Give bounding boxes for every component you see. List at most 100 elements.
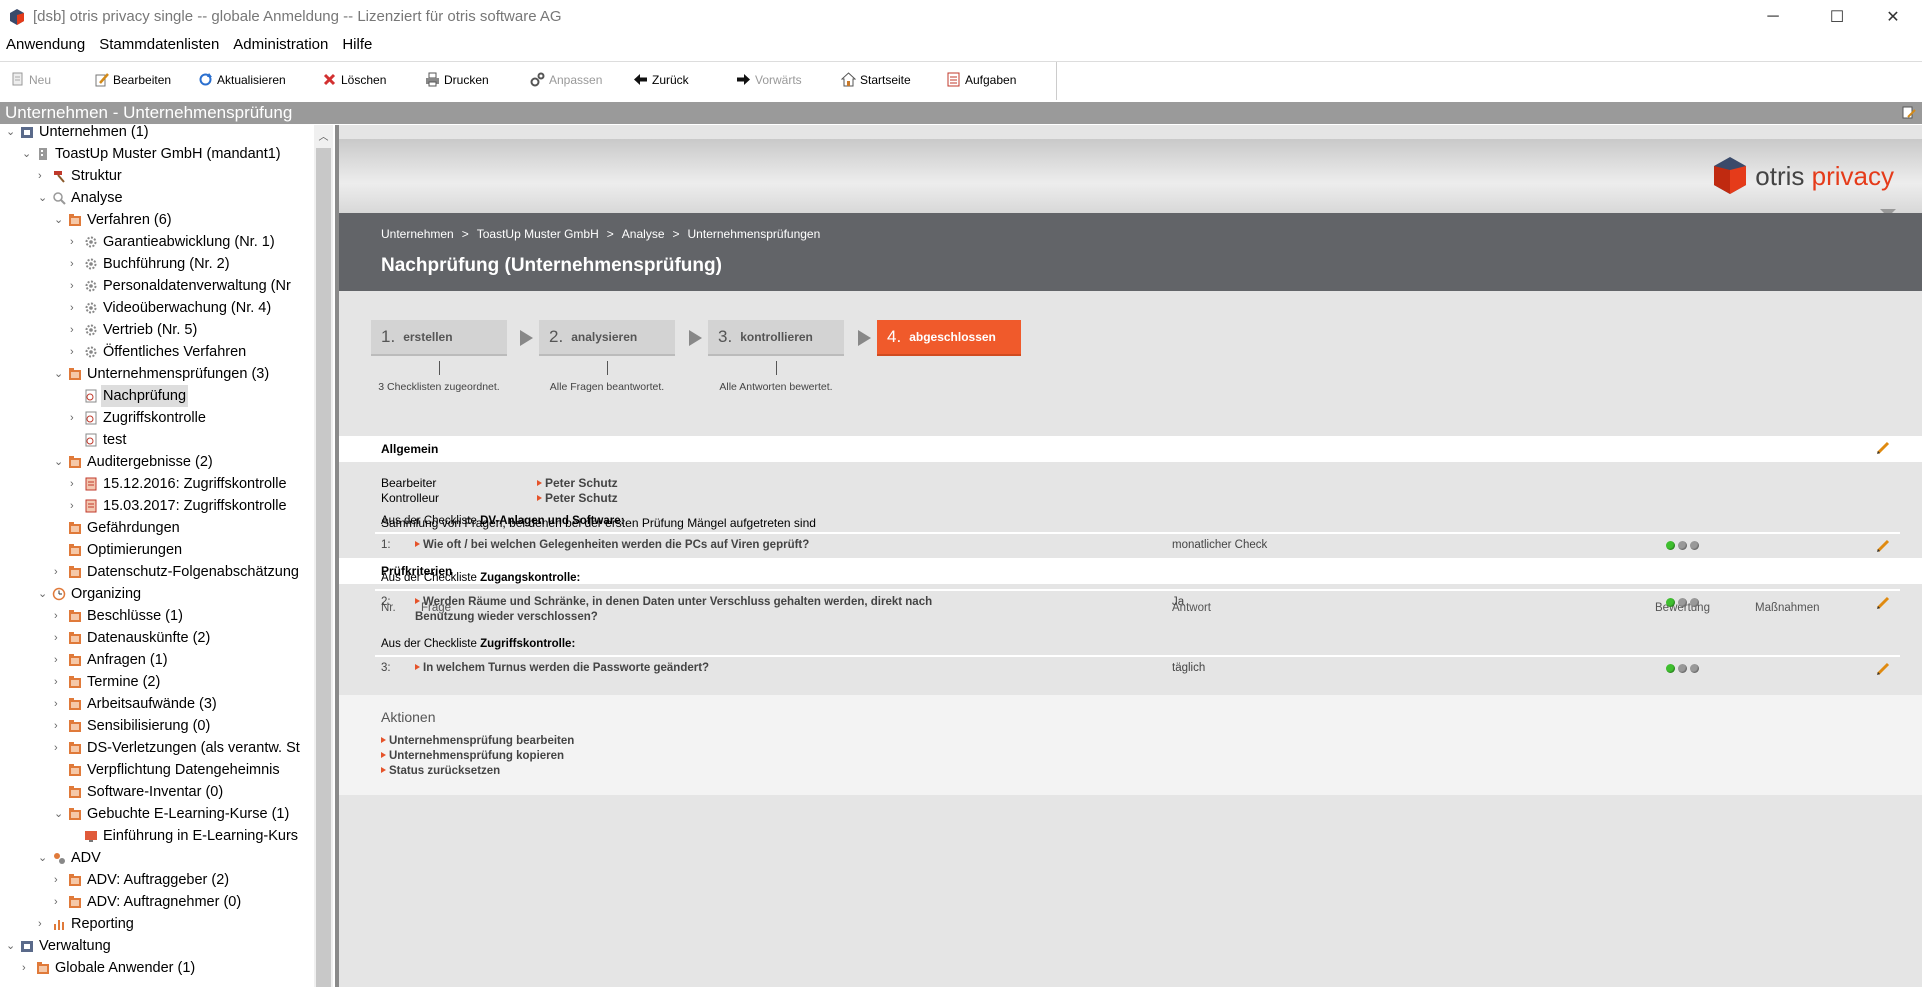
folder-icon [69,896,81,908]
panel-header: Unternehmen - Unternehmensprüfung [0,102,1922,124]
collapse-chevron-icon[interactable]: › [54,627,64,649]
collapse-chevron-icon[interactable]: › [70,341,80,363]
expand-chevron-icon[interactable]: ⌄ [38,583,48,605]
actions-title: Aktionen [381,709,436,725]
tasks-icon [947,72,960,87]
collapse-chevron-icon[interactable]: › [70,253,80,275]
breadcrumb: Unternehmen > ToastUp Muster GmbH > Anal… [381,227,820,241]
new-doc-icon [12,72,23,86]
expand-chevron-icon[interactable]: ⌄ [54,209,64,231]
kontrolleur-value[interactable]: Peter Schutz [537,491,618,505]
arrow-left-icon [634,74,647,85]
collapse-chevron-icon[interactable]: › [54,561,64,583]
action-reset-status[interactable]: Status zurücksetzen [381,765,500,777]
question-row[interactable]: 2: Werden Räume und Schränke, in denen Da… [375,589,1900,627]
collapse-chevron-icon[interactable]: › [70,495,80,517]
customize-button[interactable]: Anpassen [530,72,602,87]
menu-administration[interactable]: Administration [233,36,328,60]
collapse-chevron-icon[interactable]: › [70,319,80,341]
collapse-chevron-icon[interactable]: › [54,737,64,759]
collapse-chevron-icon[interactable]: › [54,869,64,891]
collapse-chevron-icon[interactable]: › [70,231,80,253]
minimize-button[interactable]: ─ [1750,0,1796,34]
tree-item-label: Vertrieb (Nr. 5) [103,322,198,338]
expand-chevron-icon[interactable]: ⌄ [38,187,48,209]
menu-hilfe[interactable]: Hilfe [342,36,372,60]
rating-indicator[interactable] [1666,541,1699,550]
close-button[interactable]: ✕ [1870,0,1916,34]
collapse-chevron-icon[interactable]: › [70,297,80,319]
collapse-chevron-icon[interactable]: › [54,649,64,671]
edit-pencil-icon[interactable] [1876,596,1890,610]
collapse-chevron-icon[interactable]: › [54,671,64,693]
breadcrumb-unternehmenspruefungen[interactable]: Unternehmensprüfungen [688,227,821,241]
scroll-up-arrow-icon[interactable]: ︿ [316,128,331,144]
expand-chevron-icon[interactable]: ⌄ [54,451,64,473]
step-kontrollieren[interactable]: 3. kontrollieren [708,320,844,356]
collapse-chevron-icon[interactable]: › [54,693,64,715]
new-button[interactable]: Neu [10,72,51,87]
menu-stammdatenlisten[interactable]: Stammdatenlisten [99,36,219,60]
expand-chevron-icon[interactable]: ⌄ [22,143,32,165]
edit-pencil-icon[interactable] [1876,662,1890,676]
expand-chevron-icon[interactable]: ⌄ [6,935,16,957]
question-row[interactable]: 1: Wie oft / bei welchen Gelegenheiten we… [375,532,1900,556]
breadcrumb-unternehmen[interactable]: Unternehmen [381,227,454,241]
rating-dot [1678,664,1687,673]
tree-item-label: Datenschutz-Folgenabschätzung [87,564,299,580]
forward-button[interactable]: Vorwärts [736,72,802,87]
rating-indicator[interactable] [1666,664,1699,673]
answer-text: monatlicher Check [1172,539,1268,551]
collapse-chevron-icon[interactable]: › [38,165,48,187]
bearbeiter-value[interactable]: Peter Schutz [537,476,618,490]
collapse-chevron-icon[interactable]: › [70,407,80,429]
tree-item-label: Videoüberwachung (Nr. 4) [103,300,272,316]
step-note-text: 3 Checklisten zugeordnet. [378,381,500,393]
breadcrumb-analyse[interactable]: Analyse [622,227,665,241]
tree-scroll-thumb[interactable] [316,148,331,987]
tree-item-label: 15.12.2016: Zugriffskontrolle [103,476,287,492]
question-text[interactable]: Werden Räume und Schränke, in denen Date… [415,595,955,625]
breadcrumb-toastup[interactable]: ToastUp Muster GmbH [477,227,599,241]
edit-button[interactable]: Bearbeiten [94,72,171,87]
tree-item-label: Buchführung (Nr. 2) [103,256,230,272]
collapse-chevron-icon[interactable]: › [70,473,80,495]
question-text[interactable]: In welchem Turnus werden die Passworte g… [415,661,955,676]
edit-pencil-icon[interactable] [1876,539,1890,553]
collapse-chevron-icon[interactable]: › [22,957,32,979]
expand-chevron-icon[interactable]: ⌄ [6,125,16,143]
home-button[interactable]: Startseite [841,72,911,87]
bearbeiter-name: Peter Schutz [545,476,618,490]
collapse-chevron-icon[interactable]: › [70,275,80,297]
maximize-button[interactable]: ☐ [1814,0,1860,34]
expand-chevron-icon[interactable]: ⌄ [54,363,64,385]
delete-button[interactable]: Löschen [322,72,386,87]
print-button[interactable]: Drucken [425,72,489,87]
expand-chevron-icon[interactable]: ⌄ [38,847,48,869]
tree-item-label: Software-Inventar (0) [87,784,224,800]
step-abgeschlossen[interactable]: 4. abgeschlossen [877,320,1021,356]
collapse-chevron-icon[interactable]: › [54,605,64,627]
edit-pencil-icon[interactable] [1876,441,1890,455]
tree-item-label: Zugriffskontrolle [103,410,206,426]
panel-options-icon[interactable] [1902,106,1916,120]
breadcrumb-separator: > [672,227,680,241]
step-arrow-icon [520,330,533,346]
action-edit-audit[interactable]: Unternehmensprüfung bearbeiten [381,735,574,747]
collapse-chevron-icon[interactable]: › [54,715,64,737]
action-copy-audit[interactable]: Unternehmensprüfung kopieren [381,750,564,762]
step-analysieren[interactable]: 2. analysieren [539,320,675,356]
step-erstellen[interactable]: 1. erstellen [371,320,507,356]
menu-anwendung[interactable]: Anwendung [6,36,85,60]
question-nr: 3: [381,662,391,674]
expand-chevron-icon[interactable]: ⌄ [54,803,64,825]
question-row[interactable]: 3: In welchem Turnus werden die Passworte… [375,655,1900,679]
clock-icon [52,587,66,601]
refresh-button[interactable]: Aktualisieren [198,72,286,87]
question-text[interactable]: Wie oft / bei welchen Gelegenheiten werd… [415,538,955,553]
back-button[interactable]: Zurück [633,72,689,87]
rating-indicator[interactable] [1666,598,1699,607]
tasks-button[interactable]: Aufgaben [946,72,1016,87]
collapse-chevron-icon[interactable]: › [54,891,64,913]
collapse-chevron-icon[interactable]: › [38,913,48,935]
